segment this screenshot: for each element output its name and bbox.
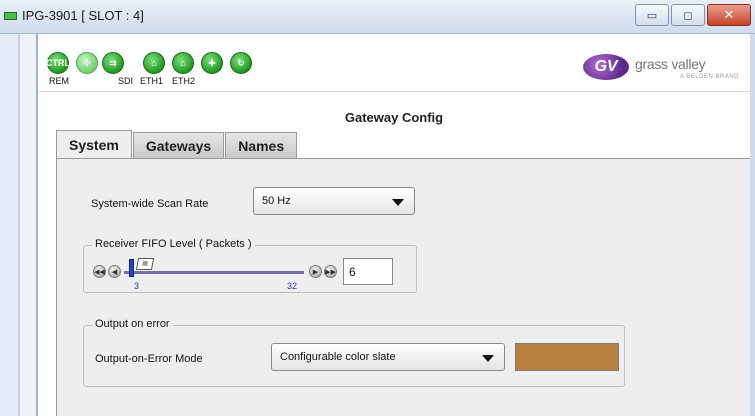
window-controls: ▭ ◻ ✕ — [635, 4, 751, 26]
ctrl-status-label: REM — [49, 76, 69, 86]
eth1-status-label: ETH1 — [140, 76, 164, 86]
tab-names[interactable]: Names — [225, 132, 298, 158]
fifo-min-tick: 3 — [134, 281, 140, 291]
jump-min-icon[interactable]: ◀◀ — [93, 265, 106, 278]
chevron-down-icon — [392, 199, 404, 206]
step-down-icon[interactable]: ◀ — [108, 265, 121, 278]
error-mode-value: Configurable color slate — [280, 351, 396, 363]
app-icon — [4, 12, 17, 20]
tab-bar: System Gateways Names — [56, 130, 298, 158]
error-group-title: Output on error — [92, 318, 173, 330]
logo-subtitle: A BELDEN BRAND — [679, 74, 739, 80]
sdi-status-label: SDI — [118, 76, 134, 86]
tab-gateways[interactable]: Gateways — [132, 132, 225, 158]
eth1-icon[interactable]: ⌂ — [143, 52, 165, 74]
error-mode-label: Output-on-Error Mode — [95, 353, 203, 365]
fifo-group-title: Receiver FIFO Level ( Packets ) — [92, 238, 255, 250]
logo-mark: GV — [583, 54, 629, 80]
page-title: Gateway Config — [344, 110, 444, 125]
refresh-icon[interactable]: ↻ — [230, 52, 252, 74]
tab-system[interactable]: System — [56, 130, 132, 158]
fifo-slider-thumb[interactable] — [129, 259, 134, 277]
window-left-frame — [0, 34, 38, 416]
ctrl-icon[interactable]: CTRL — [46, 52, 70, 74]
sdi-icon[interactable]: ⇉ — [102, 52, 124, 74]
close-button[interactable]: ✕ — [707, 4, 751, 26]
scan-rate-select[interactable]: 50 Hz — [253, 187, 415, 215]
link-icon[interactable]: ✣ — [76, 52, 98, 74]
slate-color-swatch[interactable] — [515, 343, 619, 371]
minimize-button[interactable]: ▭ — [635, 4, 669, 26]
scan-rate-label: System-wide Scan Rate — [91, 198, 209, 210]
scan-rate-value: 50 Hz — [262, 195, 291, 207]
window-right-frame — [750, 34, 755, 416]
add-icon[interactable]: ✚ — [201, 52, 223, 74]
fifo-level-input[interactable]: 6 — [343, 258, 393, 285]
eth2-icon[interactable]: ⌂ — [172, 52, 194, 74]
window-titlebar: IPG-3901 [ SLOT : 4] ▭ ◻ ✕ — [0, 0, 755, 34]
maximize-button[interactable]: ◻ — [671, 4, 705, 26]
main-content: Gateway Config System Gateways Names Sys… — [38, 92, 750, 416]
fifo-max-tick: 32 — [287, 281, 298, 291]
system-tab-panel: System-wide Scan Rate 50 Hz Receiver FIF… — [56, 158, 750, 416]
chevron-down-icon — [482, 355, 494, 362]
logo-name: grass valley — [635, 56, 706, 72]
fifo-slider-track[interactable] — [124, 271, 304, 274]
window-title: IPG-3901 [ SLOT : 4] — [22, 8, 144, 23]
jump-max-icon[interactable]: ▶▶ — [324, 265, 337, 278]
eth2-status-label: ETH2 — [172, 76, 196, 86]
step-up-icon[interactable]: ▶ — [309, 265, 322, 278]
grass-valley-logo: GV grass valley A BELDEN BRAND — [583, 52, 741, 86]
error-mode-select[interactable]: Configurable color slate — [271, 343, 505, 371]
slider-tooltip-icon: ▦ — [135, 258, 155, 270]
